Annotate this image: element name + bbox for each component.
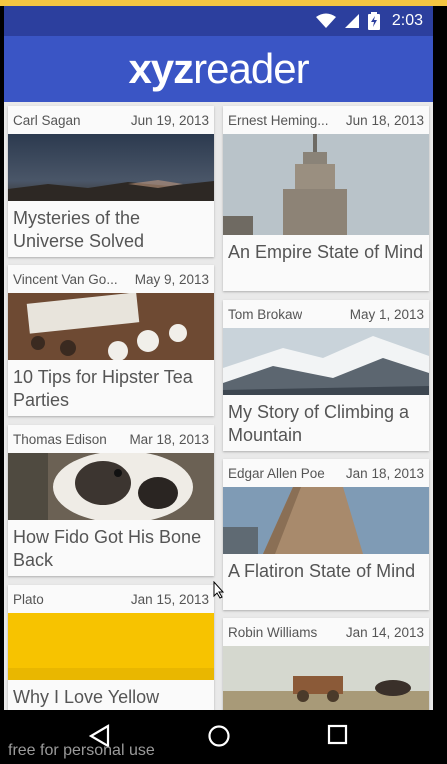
logo-bold-text: xyz — [128, 45, 194, 92]
logo-regular-text: reader — [193, 45, 309, 92]
article-photo-bulldog — [8, 453, 214, 520]
watermark-text: free for personal use — [8, 742, 155, 759]
article-meta: Plato Jan 15, 2013 — [8, 585, 214, 613]
home-icon[interactable] — [207, 724, 231, 748]
article-date: Jun 19, 2013 — [130, 112, 209, 128]
article-meta: Edgar Allen Poe Jan 18, 2013 — [223, 459, 429, 487]
article-card[interactable]: Ernest Heming... Jun 18, 2013 An Empire … — [223, 106, 429, 291]
mouse-cursor-icon — [213, 581, 225, 599]
article-meta: Robin Williams Jan 14, 2013 — [223, 618, 429, 646]
article-date: Jan 18, 2013 — [345, 465, 424, 481]
article-meta: Carl Sagan Jun 19, 2013 — [8, 106, 214, 134]
article-photo-tea-cups — [8, 293, 214, 360]
article-card[interactable]: Carl Sagan Jun 19, 2013 Mysteries of the… — [8, 106, 214, 257]
article-author: Thomas Edison — [13, 431, 107, 447]
article-author: Edgar Allen Poe — [228, 465, 325, 481]
article-author: Carl Sagan — [13, 112, 81, 128]
article-title: How Fido Got His Bone Back — [13, 527, 202, 570]
article-date: Jan 14, 2013 — [345, 624, 424, 640]
article-photo-night-sky — [8, 134, 214, 201]
article-title: Why I Love Yellow — [13, 687, 160, 707]
article-title: An Empire State of Mind — [228, 242, 424, 262]
article-author: Ernest Heming... — [228, 112, 329, 128]
article-card[interactable]: Vincent Van Go... May 9, 2013 10 Tips fo… — [8, 265, 214, 416]
article-card[interactable]: Tom Brokaw May 1, 2013 My Story of Climb… — [223, 300, 429, 451]
article-title: Mysteries of the Universe Solved — [13, 208, 145, 251]
article-card[interactable]: Thomas Edison Mar 18, 2013 How Fido Got … — [8, 425, 214, 576]
article-date: Jun 18, 2013 — [345, 112, 424, 128]
article-date: Mar 18, 2013 — [129, 431, 209, 447]
article-photo-empire-state — [223, 134, 429, 235]
article-author: Plato — [13, 591, 44, 607]
article-title: My Story of Climbing a Mountain — [228, 402, 410, 445]
article-card[interactable]: Robin Williams Jan 14, 2013 — [223, 618, 429, 710]
article-author: Robin Williams — [228, 624, 318, 640]
article-meta: Ernest Heming... Jun 18, 2013 — [223, 106, 429, 134]
battery-charging-icon — [367, 12, 380, 30]
article-title: A Flatiron State of Mind — [228, 561, 416, 581]
article-date: May 1, 2013 — [349, 306, 424, 322]
article-grid[interactable]: Carl Sagan Jun 19, 2013 Mysteries of the… — [4, 102, 433, 710]
recents-icon[interactable] — [327, 724, 349, 746]
article-meta: Thomas Edison Mar 18, 2013 — [8, 425, 214, 453]
article-card[interactable]: Edgar Allen Poe Jan 18, 2013 A Flatiron … — [223, 459, 429, 610]
article-photo-horse-cart — [223, 646, 429, 710]
article-photo-yellow — [8, 613, 214, 680]
app-logo: xyzreader — [128, 45, 309, 92]
article-card[interactable]: Plato Jan 15, 2013 Why I Love Yellow — [8, 585, 214, 710]
article-meta: Vincent Van Go... May 9, 2013 — [8, 265, 214, 293]
article-meta: Tom Brokaw May 1, 2013 — [223, 300, 429, 328]
status-time: 2:03 — [391, 12, 423, 29]
article-date: May 9, 2013 — [134, 271, 209, 287]
cellular-signal-icon — [344, 14, 359, 28]
article-author: Tom Brokaw — [228, 306, 303, 322]
article-date: Jan 15, 2013 — [130, 591, 209, 607]
article-title: 10 Tips for Hipster Tea Parties — [13, 367, 193, 410]
app-bar: xyzreader — [4, 36, 433, 102]
status-bar: 2:03 — [4, 6, 433, 36]
article-photo-mountain — [223, 328, 429, 395]
wifi-icon — [315, 13, 336, 28]
article-author: Vincent Van Go... — [13, 271, 118, 287]
article-photo-flatiron — [223, 487, 429, 554]
